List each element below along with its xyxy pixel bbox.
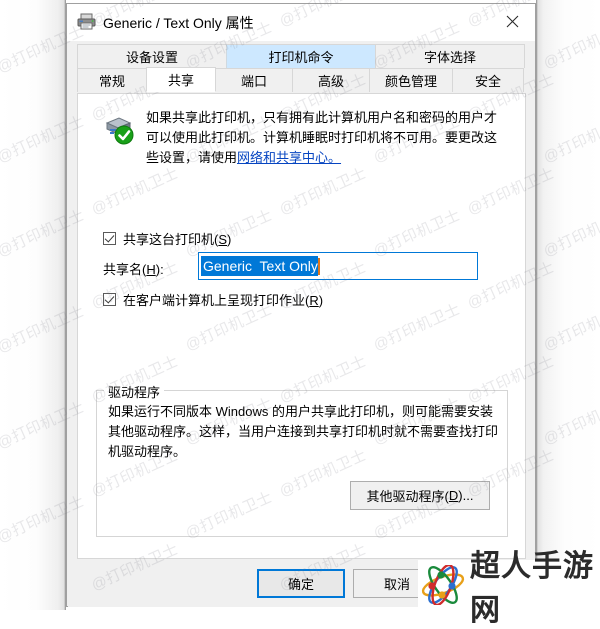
sharing-info-text: 如果共享此打印机，只有拥有此计算机用户名和密码的用户才可以使用此打印机。计算机睡… [146, 108, 498, 168]
share-name-value: Generic Text Only [201, 256, 318, 276]
printer-icon [77, 13, 96, 30]
additional-drivers-button[interactable]: 其他驱动程序(D)... [350, 481, 490, 510]
tab-row-2: 常规 共享 端口 高级 颜色管理 安全 [77, 67, 526, 92]
tab-row-1: 设备设置 打印机命令 字体选择 [77, 44, 526, 68]
title-bar: Generic / Text Only 属性 [67, 4, 535, 41]
accelerator-key: R [309, 293, 319, 308]
tab-device-settings[interactable]: 设备设置 [77, 44, 227, 68]
brand-watermark: 超人手游网 [418, 550, 600, 627]
label-text: 在客户端计算机上呈现打印作业( [123, 293, 310, 308]
printer-properties-dialog: Generic / Text Only 属性 设备设置 打印机命令 字体选择 常… [66, 3, 536, 607]
window-title: Generic / Text Only 属性 [103, 15, 254, 31]
render-jobs-on-client-checkbox[interactable]: 在客户端计算机上呈现打印作业(R) [103, 290, 323, 309]
text-caret [317, 257, 320, 275]
tab-security[interactable]: 安全 [452, 68, 524, 92]
share-this-printer-checkbox[interactable]: 共享这台打印机(S) [103, 229, 231, 248]
tab-ports[interactable]: 端口 [215, 68, 293, 92]
tab-general[interactable]: 常规 [77, 68, 147, 92]
drivers-group-legend: 驱动程序 [104, 382, 165, 401]
sharing-tab-panel: 如果共享此打印机，只有拥有此计算机用户名和密码的用户才可以使用此打印机。计算机睡… [77, 93, 526, 559]
checkbox-check-icon [103, 293, 116, 306]
render-jobs-on-client-label: 在客户端计算机上呈现打印作业(R) [123, 290, 323, 309]
label-tail: ) [227, 232, 232, 247]
tab-printer-commands[interactable]: 打印机命令 [226, 44, 376, 68]
accelerator-key: S [218, 232, 228, 247]
share-name-label: 共享名(H): [103, 259, 164, 278]
brand-logo-text: 超人手游网 [470, 550, 594, 627]
label-text: 共享这台打印机( [123, 232, 219, 247]
tab-advanced[interactable]: 高级 [292, 68, 370, 92]
close-glyph [506, 15, 518, 27]
network-sharing-center-link[interactable]: 网络和共享中心。 [237, 150, 341, 165]
checkbox-check-icon [103, 232, 116, 245]
label-tail: ): [155, 262, 164, 277]
ok-button[interactable]: 确定 [257, 569, 345, 598]
accelerator-key: H [146, 262, 156, 277]
brand-logo-icon [421, 565, 465, 605]
label-tail: )... [458, 488, 474, 503]
label-text: 共享名( [103, 262, 147, 277]
page-background: Generic / Text Only 属性 设备设置 打印机命令 字体选择 常… [0, 0, 600, 627]
accelerator-key: D [448, 488, 459, 503]
share-name-input[interactable]: Generic Text Only [198, 252, 478, 280]
tab-font-selection[interactable]: 字体选择 [375, 44, 525, 68]
desktop-right-gradient [536, 0, 600, 610]
tab-strip: 设备设置 打印机命令 字体选择 常规 共享 端口 高级 颜色管理 安全 [77, 44, 526, 92]
tab-color-management[interactable]: 颜色管理 [369, 68, 453, 92]
label-tail: ) [318, 293, 324, 308]
tab-sharing[interactable]: 共享 [146, 67, 216, 92]
label-text: 其他驱动程序( [366, 489, 449, 504]
shared-printer-ok-icon [105, 117, 134, 145]
close-icon[interactable] [489, 4, 535, 38]
desktop-left-gradient [0, 0, 66, 610]
drivers-description-text: 如果运行不同版本 Windows 的用户共享此打印机，则可能需要安装其他驱动程序… [108, 404, 499, 459]
share-this-printer-label: 共享这台打印机(S) [123, 229, 231, 248]
